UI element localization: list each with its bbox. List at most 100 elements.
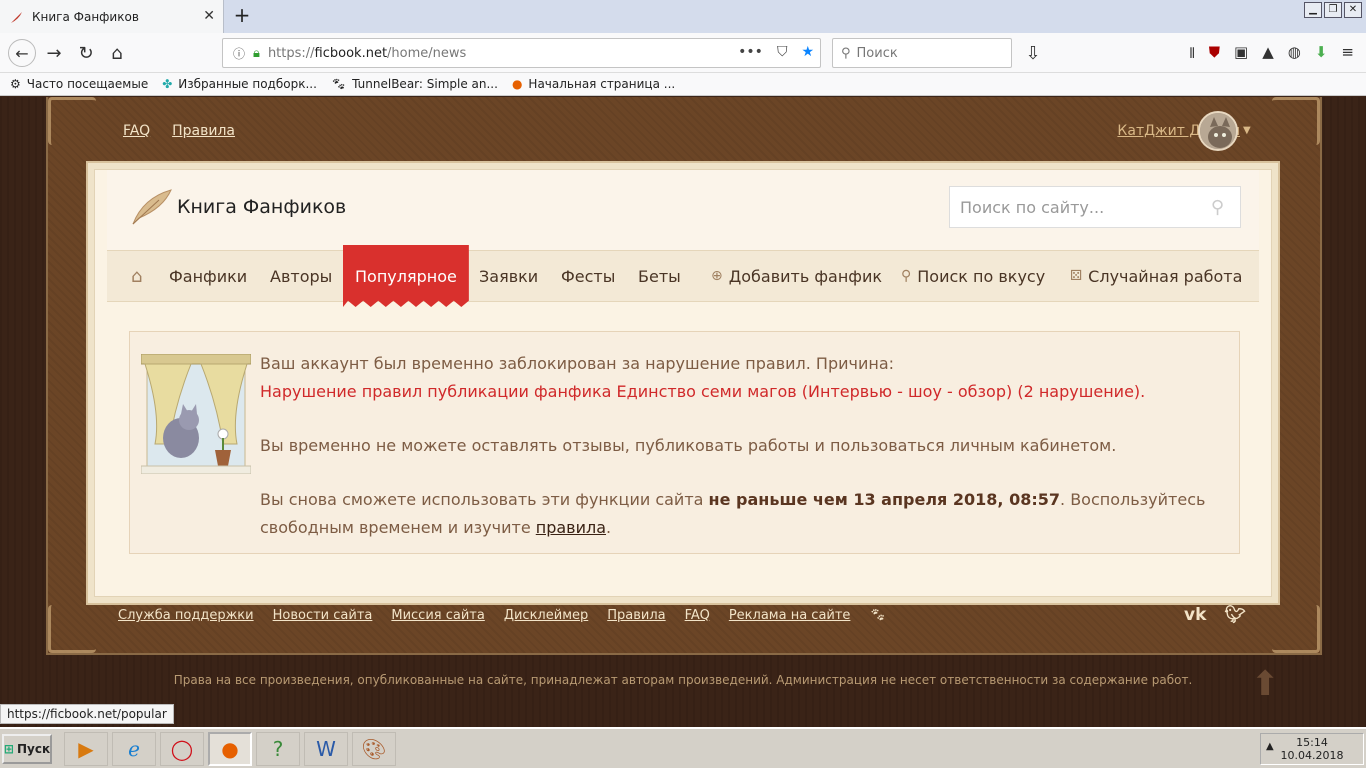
- add-fanfic-link[interactable]: ⊕ Добавить фанфик: [711, 251, 882, 301]
- corner-ornament: [48, 97, 96, 145]
- search-icon[interactable]: ⚲: [1211, 197, 1224, 218]
- url-host: ficbook.net: [314, 45, 388, 61]
- new-tab-button[interactable]: +: [230, 3, 254, 27]
- start-button[interactable]: ⊞ Пуск: [2, 734, 52, 764]
- rules-inline-link[interactable]: правила: [536, 518, 606, 537]
- sidebar-icon[interactable]: ▣: [1234, 43, 1248, 68]
- menu-item-fanfics[interactable]: Фанфики: [169, 251, 247, 301]
- menu-item-fests[interactable]: Фесты: [561, 251, 615, 301]
- ublock-icon[interactable]: ⛊: [1209, 43, 1220, 68]
- reload-button[interactable]: ↻: [74, 41, 98, 65]
- bookmark-item[interactable]: 🐾︎ TunnelBear: Simple an...: [331, 77, 498, 91]
- notice-line-4: Вы снова сможете использовать эти функци…: [260, 490, 1206, 537]
- bookmark-item[interactable]: ⚙ Часто посещаемые: [10, 77, 148, 91]
- browser-tab[interactable]: Книга Фанфиков ✕: [0, 0, 224, 33]
- site-search-placeholder: Поиск по сайту...: [960, 197, 1105, 217]
- url-bar[interactable]: ⓘ 🔒︎ https://ficbook.net/home/news ••• ⛉…: [222, 38, 821, 68]
- faq-link[interactable]: FAQ: [123, 123, 150, 139]
- footer-link-ads[interactable]: Реклама на сайте: [729, 608, 851, 623]
- firefox-icon: ●: [511, 77, 523, 91]
- twitter-icon[interactable]: 🐦︎: [1224, 605, 1246, 625]
- footer-link-faq[interactable]: FAQ: [685, 608, 710, 623]
- pocket-icon[interactable]: ⛉: [777, 44, 788, 60]
- corner-ornament: [48, 605, 96, 653]
- library-icon[interactable]: 𝍪: [1190, 43, 1195, 68]
- copyright-text: Права на все произведения, опубликованны…: [173, 673, 1193, 687]
- minimize-button[interactable]: ▁: [1304, 2, 1322, 18]
- status-url: https://ficbook.net/popular: [0, 704, 174, 724]
- help-icon[interactable]: ?: [256, 732, 300, 766]
- content-paper: Книга Фанфиков Поиск по сайту... ⚲ ⌂ Фан…: [94, 169, 1272, 597]
- download-icon[interactable]: ⬇: [1315, 43, 1328, 68]
- plus-circle-icon: ⊕: [711, 268, 723, 284]
- bookmark-star-icon[interactable]: ★: [801, 44, 814, 60]
- forward-button[interactable]: →: [42, 41, 66, 65]
- page-actions-icon[interactable]: •••: [738, 44, 763, 60]
- scroll-top-icon[interactable]: ⬆: [1251, 667, 1281, 701]
- paw-icon[interactable]: 🐾︎: [869, 608, 886, 623]
- firefox-icon[interactable]: ●: [208, 732, 252, 766]
- tunnelbear-icon[interactable]: ▲: [1262, 43, 1274, 68]
- footer-link-support[interactable]: Служба поддержки: [118, 608, 254, 623]
- back-button[interactable]: ←: [8, 39, 36, 67]
- url-protocol: https://: [267, 45, 315, 61]
- corner-ornament: [1272, 605, 1320, 653]
- save-to-pocket-icon[interactable]: ⇩: [1021, 41, 1045, 65]
- menu-item-authors[interactable]: Авторы: [270, 251, 332, 301]
- bookmark-item[interactable]: ✤ Избранные подборк...: [162, 77, 317, 91]
- maximize-button[interactable]: ❐: [1324, 2, 1342, 18]
- close-window-button[interactable]: ✕: [1344, 2, 1362, 18]
- close-icon[interactable]: ✕: [203, 8, 215, 24]
- search-icon: ⚲: [841, 45, 851, 61]
- footer-link-mission[interactable]: Миссия сайта: [391, 608, 484, 623]
- globe-icon[interactable]: ◍: [1288, 43, 1301, 68]
- site-search-input[interactable]: Поиск по сайту... ⚲: [949, 186, 1241, 228]
- bear-icon: 🐾︎: [330, 77, 347, 91]
- site-header: Книга Фанфиков Поиск по сайту... ⚲: [107, 170, 1259, 250]
- toolbar-icons: 𝍪 ⛊ ▣ ▲ ◍ ⬇ ≡: [1190, 43, 1354, 68]
- paint-icon[interactable]: 🎨︎: [352, 732, 396, 766]
- rules-link[interactable]: Правила: [172, 123, 235, 139]
- opera-icon[interactable]: ◯: [160, 732, 204, 766]
- clock-time: 15:14: [1296, 736, 1328, 749]
- notice-text: Ваш аккаунт был временно заблокирован за…: [260, 350, 1220, 542]
- corner-ornament: [1272, 97, 1320, 145]
- feather-icon: [11, 11, 22, 23]
- vk-icon[interactable]: vk: [1184, 605, 1206, 625]
- browser-search-input[interactable]: ⚲ Поиск: [832, 38, 1012, 68]
- footer-link-news[interactable]: Новости сайта: [273, 608, 373, 623]
- random-work-link[interactable]: ⚄ Случайная работа: [1070, 251, 1242, 301]
- puzzle-icon: ✤: [162, 77, 173, 91]
- menu-icon[interactable]: ≡: [1341, 43, 1354, 68]
- taskbar-apps: ▶ ℯ ◯ ● ? W 🎨︎: [64, 732, 396, 766]
- bookmark-item[interactable]: ● Начальная страница ...: [512, 77, 675, 91]
- notice-line-1: Ваш аккаунт был временно заблокирован за…: [260, 354, 895, 373]
- start-label: Пуск: [16, 742, 51, 756]
- menu-item-betas[interactable]: Беты: [638, 251, 681, 301]
- avatar[interactable]: [1198, 111, 1238, 151]
- footer-link-disclaimer[interactable]: Дисклеймер: [504, 608, 588, 623]
- word-icon[interactable]: W: [304, 732, 348, 766]
- lock-icon[interactable]: 🔒︎: [253, 46, 260, 61]
- media-player-icon[interactable]: ▶: [64, 732, 108, 766]
- menu-item-requests[interactable]: Заявки: [479, 251, 538, 301]
- search-by-taste-link[interactable]: ⚲ Поиск по вкусу: [901, 251, 1045, 301]
- chevron-down-icon[interactable]: ▼: [1243, 125, 1251, 136]
- notice-line-3: Вы временно не можете оставлять отзывы, …: [260, 436, 1117, 455]
- top-links: FAQ Правила: [123, 123, 235, 139]
- footer-links: Служба поддержки Новости сайта Миссия са…: [118, 608, 886, 623]
- windows-taskbar: ⊞ Пуск ▶ ℯ ◯ ● ? W 🎨︎ ▲ 15:14 10.04.2018: [0, 727, 1366, 768]
- internet-explorer-icon[interactable]: ℯ: [112, 732, 156, 766]
- feather-icon: [132, 189, 172, 225]
- home-button[interactable]: ⌂: [105, 41, 129, 65]
- system-tray-clock[interactable]: 15:14 10.04.2018: [1260, 733, 1364, 765]
- ban-reason: Нарушение правил публикации фанфика Един…: [260, 382, 1146, 401]
- info-icon[interactable]: ⓘ: [233, 45, 245, 62]
- home-icon[interactable]: ⌂: [131, 251, 142, 301]
- tab-title: Книга Фанфиков: [32, 9, 139, 24]
- footer-link-rules[interactable]: Правила: [607, 608, 665, 623]
- navigation-toolbar: ← → ↻ ⌂ ⓘ 🔒︎ https://ficbook.net/home/ne…: [0, 33, 1366, 73]
- site-logo[interactable]: Книга Фанфиков: [129, 188, 346, 226]
- menu-item-popular[interactable]: Популярное: [343, 245, 469, 307]
- url-path: /home/news: [387, 45, 467, 61]
